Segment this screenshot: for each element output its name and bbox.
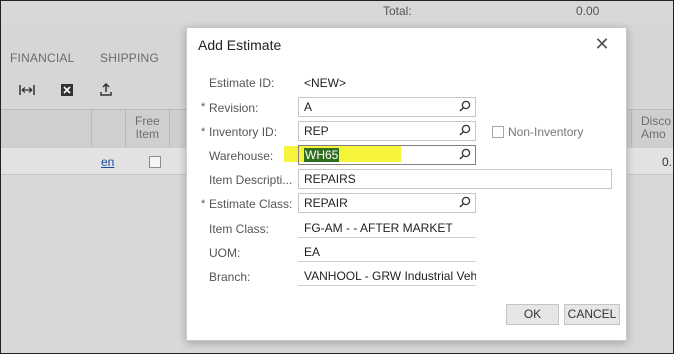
- required-marker: *: [201, 198, 206, 210]
- item-class-label: Item Class:: [209, 222, 270, 236]
- item-description-field[interactable]: REPAIRS: [298, 169, 612, 189]
- inventory-id-field[interactable]: REP: [298, 121, 476, 141]
- branch-value: VANHOOL - GRW Industrial Veh: [304, 269, 476, 283]
- total-value: 0.00: [576, 4, 600, 18]
- column-header-text: Amo: [641, 127, 666, 141]
- branch-label: Branch:: [209, 270, 251, 284]
- add-estimate-dialog: Add Estimate ✕ Estimate ID: <NEW> * Revi…: [186, 27, 627, 341]
- column-divider: [91, 109, 92, 147]
- free-item-checkbox[interactable]: [149, 156, 161, 168]
- required-marker: *: [201, 126, 206, 138]
- screen-frame: Total: 0.00 FINANCIAL SHIPPING Free Item…: [0, 0, 674, 354]
- column-header-text: Free: [135, 114, 160, 128]
- estimate-id-label: Estimate ID:: [209, 76, 275, 90]
- estimate-class-field[interactable]: REPAIR: [298, 193, 476, 213]
- search-icon[interactable]: [459, 124, 471, 136]
- search-icon[interactable]: [459, 100, 471, 112]
- item-class-field: FG-AM - - AFTER MARKET: [298, 218, 476, 238]
- warehouse-field[interactable]: WH65: [298, 145, 476, 165]
- estimate-id-value: <NEW>: [304, 76, 347, 90]
- item-description-label: Item Descripti...: [209, 173, 293, 187]
- warehouse-label: Warehouse:: [209, 149, 274, 163]
- row-link[interactable]: en: [101, 155, 114, 169]
- non-inventory-checkbox[interactable]: [492, 126, 504, 138]
- upload-icon[interactable]: [97, 82, 115, 99]
- estimate-class-label: Estimate Class:: [209, 197, 293, 211]
- tab-shipping[interactable]: SHIPPING: [100, 51, 159, 65]
- column-divider: [169, 109, 170, 147]
- required-marker: *: [201, 101, 206, 113]
- non-inventory-label: Non-Inventory: [508, 125, 584, 139]
- close-icon[interactable]: ✕: [592, 34, 612, 54]
- total-label: Total:: [383, 4, 412, 18]
- ok-button[interactable]: OK: [506, 304, 559, 325]
- uom-field: EA: [298, 242, 476, 262]
- uom-value: EA: [304, 245, 321, 259]
- fit-columns-icon[interactable]: [18, 83, 36, 99]
- uom-label: UOM:: [209, 246, 241, 260]
- item-class-value: FG-AM - - AFTER MARKET: [304, 221, 453, 235]
- column-header-text: Disco: [641, 114, 672, 128]
- branch-field: VANHOOL - GRW Industrial Veh: [298, 266, 476, 286]
- revision-value: A: [304, 100, 313, 114]
- dialog-title: Add Estimate: [198, 37, 282, 53]
- revision-label: Revision:: [209, 101, 259, 115]
- search-icon[interactable]: [459, 148, 471, 160]
- column-header-discount-amount[interactable]: Disco Amo: [641, 115, 671, 141]
- row-discount-value: 0.: [662, 155, 673, 169]
- item-description-value: REPAIRS: [304, 172, 356, 186]
- summary-bar: [1, 1, 673, 25]
- column-header-text: Item: [135, 127, 160, 141]
- cancel-button[interactable]: CANCEL: [564, 304, 620, 325]
- inventory-id-label: Inventory ID:: [209, 125, 278, 139]
- estimate-class-value: REPAIR: [304, 196, 348, 210]
- revision-field[interactable]: A: [298, 97, 476, 117]
- column-divider: [631, 109, 632, 147]
- warehouse-value: WH65: [304, 148, 340, 162]
- column-header-free-item[interactable]: Free Item: [135, 115, 160, 141]
- inventory-id-value: REP: [304, 124, 329, 138]
- column-divider: [125, 109, 126, 147]
- search-icon[interactable]: [459, 196, 471, 208]
- tab-financial[interactable]: FINANCIAL: [10, 51, 74, 65]
- export-excel-icon[interactable]: [58, 83, 76, 99]
